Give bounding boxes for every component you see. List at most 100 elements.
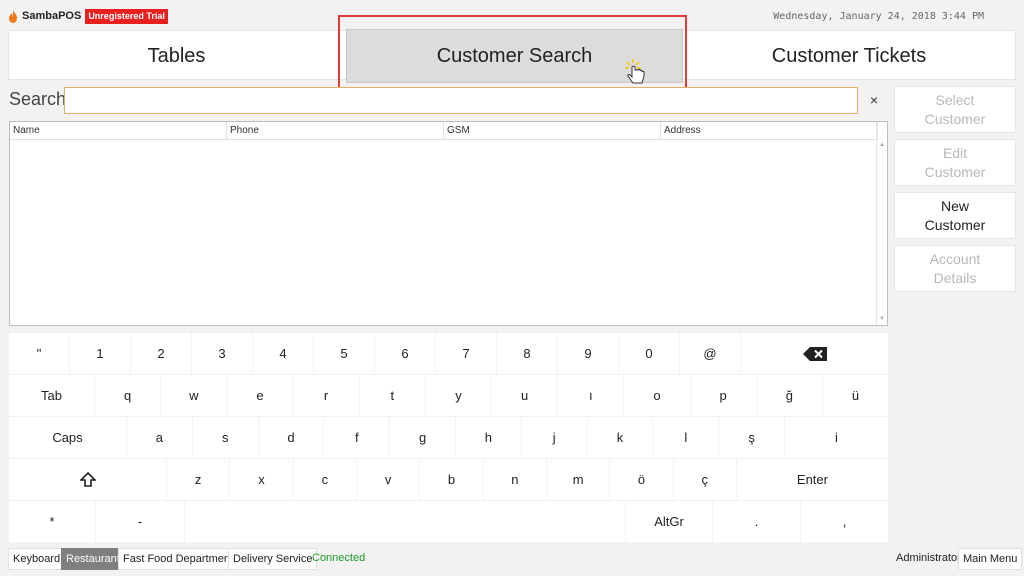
key[interactable]: 8 xyxy=(497,333,557,374)
clear-search-button[interactable]: × xyxy=(862,87,886,114)
tab-key[interactable]: Tab xyxy=(9,375,94,416)
backspace-key[interactable] xyxy=(741,333,888,374)
key[interactable]: 4 xyxy=(253,333,313,374)
scroll-up-icon[interactable]: ▲ xyxy=(879,142,885,148)
button-label-line: Account xyxy=(929,250,981,267)
select-customer-button[interactable]: Select Customer xyxy=(894,86,1016,133)
shift-key[interactable] xyxy=(9,459,166,500)
key[interactable]: 1 xyxy=(70,333,130,374)
key[interactable]: ğ xyxy=(756,375,822,416)
key[interactable]: @ xyxy=(680,333,740,374)
key[interactable]: ü xyxy=(822,375,889,416)
column-header-address[interactable]: Address xyxy=(661,122,878,139)
keyboard-row-4: z x c v b n m ö ç Enter xyxy=(9,459,888,500)
key[interactable]: u xyxy=(492,375,558,416)
button-label-line: Details xyxy=(933,269,977,286)
current-user: Administrator xyxy=(896,552,961,564)
account-details-button[interactable]: Account Details xyxy=(894,245,1016,292)
keyboard-row-1: " 1 2 3 4 5 6 7 8 9 0 @ xyxy=(9,333,888,374)
key[interactable]: 7 xyxy=(436,333,496,374)
status-bar: Keyboard Restaurant Fast Food Department… xyxy=(0,548,1024,570)
key[interactable]: " xyxy=(9,333,69,374)
key[interactable]: - xyxy=(96,501,184,542)
table-scrollbar[interactable]: ▲ ▼ xyxy=(876,122,887,325)
backspace-icon xyxy=(802,346,827,361)
tab-tables[interactable]: Tables xyxy=(9,31,344,81)
key[interactable]: 0 xyxy=(619,333,679,374)
delivery-service-button[interactable]: Delivery Service xyxy=(228,548,318,570)
key[interactable]: d xyxy=(258,417,324,458)
key[interactable]: ı xyxy=(558,375,624,416)
button-label-line: Customer xyxy=(924,216,986,233)
key[interactable]: 2 xyxy=(131,333,191,374)
key[interactable]: , xyxy=(801,501,888,542)
customer-table[interactable]: Name Phone GSM Address ▲ ▼ xyxy=(9,121,888,326)
button-label-line: New xyxy=(940,197,969,214)
main-menu-button[interactable]: Main Menu xyxy=(958,548,1023,570)
app-logo: SambaPOS Unregistered Trial xyxy=(8,8,168,24)
restaurant-department-button[interactable]: Restaurant xyxy=(61,548,125,570)
button-label-line: Customer xyxy=(924,110,986,127)
brand-name: SambaPOS xyxy=(22,10,82,22)
key[interactable]: 6 xyxy=(375,333,435,374)
button-label-line: Edit xyxy=(942,144,968,161)
fast-food-department-button[interactable]: Fast Food Department xyxy=(118,548,239,570)
tab-customer-tickets[interactable]: Customer Tickets xyxy=(681,31,1017,81)
altgr-key[interactable]: AltGr xyxy=(626,501,712,542)
key[interactable]: x xyxy=(230,459,293,500)
key[interactable]: c xyxy=(293,459,356,500)
edit-customer-button[interactable]: Edit Customer xyxy=(894,139,1016,186)
column-header-phone[interactable]: Phone xyxy=(227,122,444,139)
space-key[interactable] xyxy=(185,501,625,542)
key[interactable]: f xyxy=(324,417,390,458)
button-label-line: Customer xyxy=(924,163,986,180)
key[interactable]: y xyxy=(425,375,492,416)
enter-key[interactable]: Enter xyxy=(736,459,888,500)
key[interactable]: k xyxy=(587,417,653,458)
on-screen-keyboard: " 1 2 3 4 5 6 7 8 9 0 @ Tab q w e r t y … xyxy=(9,333,889,542)
caps-key[interactable]: Caps xyxy=(9,417,126,458)
key[interactable]: i xyxy=(784,417,888,458)
hand-cursor-icon xyxy=(625,59,645,84)
key[interactable]: w xyxy=(161,375,227,416)
key[interactable]: ş xyxy=(719,417,784,458)
column-header-gsm[interactable]: GSM xyxy=(444,122,661,139)
keyboard-toggle-button[interactable]: Keyboard xyxy=(8,548,66,570)
keyboard-row-3: Caps a s d f g h j k l ş i xyxy=(9,417,888,458)
key[interactable]: r xyxy=(293,375,359,416)
key[interactable]: j xyxy=(521,417,587,458)
key[interactable]: 3 xyxy=(192,333,252,374)
key[interactable]: ç xyxy=(673,459,736,500)
key[interactable]: t xyxy=(359,375,425,416)
key[interactable]: n xyxy=(483,459,546,500)
table-header: Name Phone GSM Address xyxy=(10,122,878,140)
key[interactable]: p xyxy=(690,375,756,416)
key[interactable]: b xyxy=(420,459,483,500)
new-customer-button[interactable]: New Customer xyxy=(894,192,1016,239)
key[interactable]: a xyxy=(127,417,192,458)
column-header-name[interactable]: Name xyxy=(10,122,227,139)
search-input[interactable] xyxy=(64,87,858,114)
key[interactable]: q xyxy=(95,375,161,416)
key[interactable]: g xyxy=(390,417,455,458)
key[interactable]: h xyxy=(455,417,521,458)
key[interactable]: * xyxy=(9,501,95,542)
key[interactable]: e xyxy=(227,375,293,416)
scroll-down-icon[interactable]: ▼ xyxy=(879,316,885,322)
key[interactable]: 5 xyxy=(314,333,374,374)
trial-badge: Unregistered Trial xyxy=(85,8,168,24)
connection-status: Connected xyxy=(312,552,366,564)
key[interactable]: l xyxy=(653,417,719,458)
key[interactable]: o xyxy=(624,375,690,416)
key[interactable]: ö xyxy=(610,459,673,500)
key[interactable]: m xyxy=(546,459,610,500)
search-label: Search xyxy=(9,89,67,109)
datetime-display: Wednesday, January 24, 2018 3:44 PM xyxy=(773,11,984,22)
key[interactable]: s xyxy=(192,417,258,458)
keyboard-row-5: * - AltGr . , xyxy=(9,501,888,542)
key[interactable]: z xyxy=(167,459,230,500)
key[interactable]: v xyxy=(356,459,420,500)
flame-icon xyxy=(9,9,17,23)
key[interactable]: . xyxy=(713,501,800,542)
key[interactable]: 9 xyxy=(558,333,618,374)
